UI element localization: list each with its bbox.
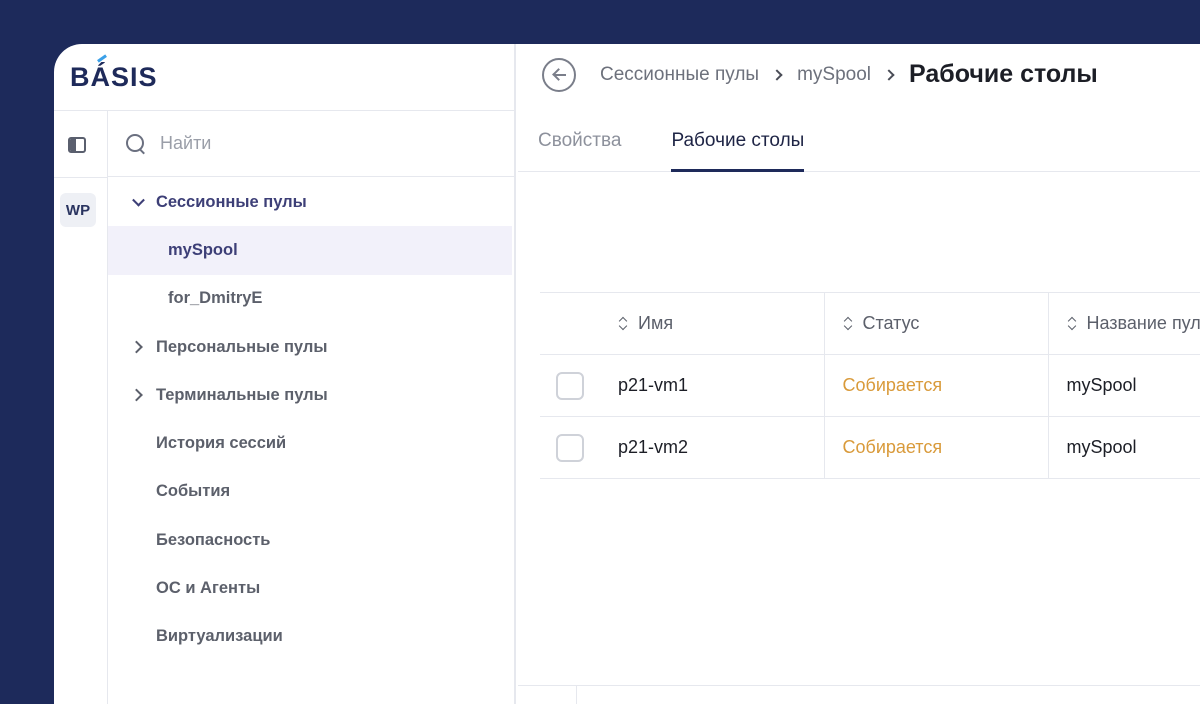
chevron-down-icon (132, 194, 145, 207)
app-window: BÁSIS WP Сессионные пулы mySpool for_Dmi… (54, 44, 1200, 704)
sidebar-item-virtualizations[interactable]: Виртуализации (108, 613, 512, 661)
column-header-name[interactable]: Имя (604, 293, 824, 355)
search-icon (126, 134, 146, 154)
table-row[interactable]: p21-vm1 Собирается mySpool (540, 355, 1200, 417)
tab-bar: Свойства Рабочие столы (518, 110, 1200, 172)
breadcrumb: Сессионные пулы mySpool Рабочие столы (600, 60, 1098, 89)
column-header-label: Имя (638, 313, 673, 333)
chevron-right-icon (130, 389, 143, 402)
sidebar-item-events[interactable]: События (108, 468, 512, 516)
search-input[interactable] (160, 133, 460, 154)
cell-pool: mySpool (1048, 417, 1200, 479)
sidebar-item-myspool[interactable]: mySpool (108, 226, 512, 274)
sidebar-item-label: История сессий (156, 434, 286, 453)
cell-pool: mySpool (1048, 355, 1200, 417)
breadcrumb-myspool[interactable]: mySpool (797, 64, 871, 86)
cell-name: p21-vm2 (604, 417, 824, 479)
column-header-label: Статус (863, 313, 920, 333)
sidebar-item-label: Безопасность (156, 531, 270, 550)
breadcrumb-session-pools[interactable]: Сессионные пулы (600, 64, 759, 86)
status-badge: Собирается (824, 355, 1048, 417)
sidebar-item-label: mySpool (168, 241, 238, 260)
main-content: Сессионные пулы mySpool Рабочие столы Св… (518, 44, 1200, 704)
divider (576, 686, 577, 704)
sidebar-item-session-pools[interactable]: Сессионные пулы (108, 178, 512, 226)
sidebar-item-label: События (156, 482, 230, 501)
select-column-header (540, 293, 604, 355)
sidebar-item-label: Виртуализации (156, 627, 283, 646)
sort-icon (1067, 317, 1077, 331)
sidebar-item-terminal-pools[interactable]: Терминальные пулы (108, 371, 512, 419)
workspace-badge[interactable]: WP (60, 193, 96, 227)
table-row[interactable]: p21-vm2 Собирается mySpool (540, 417, 1200, 479)
tab-desktops[interactable]: Рабочие столы (671, 110, 804, 172)
status-badge: Собирается (824, 417, 1048, 479)
column-header-label: Название пула (1087, 313, 1200, 333)
sort-icon (618, 317, 628, 331)
search-bar (108, 111, 516, 177)
cell-name: p21-vm1 (604, 355, 824, 417)
back-arrow-icon[interactable] (542, 58, 576, 92)
sidebar-item-label: for_DmitryE (168, 289, 262, 308)
sidebar-nav: Сессионные пулы mySpool for_DmitryE Перс… (108, 178, 512, 661)
chevron-right-icon (130, 341, 143, 354)
sidebar-item-label: Персональные пулы (156, 338, 327, 357)
left-panel: BÁSIS WP Сессионные пулы mySpool for_Dmi… (54, 44, 516, 704)
sidebar-item-for-dmitrye[interactable]: for_DmitryE (108, 275, 512, 323)
panel-toggle-icon[interactable] (68, 137, 86, 153)
sidebar-item-os-agents[interactable]: ОС и Агенты (108, 564, 512, 612)
chevron-right-icon (883, 69, 894, 80)
sidebar-item-label: Сессионные пулы (156, 193, 307, 212)
desktops-table: Имя Статус Название пула p21-vm1 Собирае… (540, 292, 1200, 479)
sidebar-item-security[interactable]: Безопасность (108, 516, 512, 564)
divider (518, 685, 1200, 686)
sidebar-item-personal-pools[interactable]: Персональные пулы (108, 323, 512, 371)
row-select-cell (540, 355, 604, 417)
icon-rail: WP (54, 111, 108, 704)
sort-icon (843, 317, 853, 331)
row-checkbox[interactable] (556, 372, 584, 400)
column-header-status[interactable]: Статус (824, 293, 1048, 355)
sidebar-item-session-history[interactable]: История сессий (108, 419, 512, 467)
page-title: Рабочие столы (909, 60, 1098, 89)
tab-properties[interactable]: Свойства (538, 110, 621, 172)
sidebar-item-label: Терминальные пулы (156, 386, 328, 405)
divider (54, 177, 108, 178)
chevron-right-icon (771, 69, 782, 80)
sidebar-item-label: ОС и Агенты (156, 579, 260, 598)
basis-logo: BÁSIS (70, 62, 158, 94)
row-select-cell (540, 417, 604, 479)
column-header-pool-name[interactable]: Название пула (1048, 293, 1200, 355)
row-checkbox[interactable] (556, 434, 584, 462)
page-header: Сессионные пулы mySpool Рабочие столы (518, 44, 1200, 110)
table-header-row: Имя Статус Название пула (540, 293, 1200, 355)
